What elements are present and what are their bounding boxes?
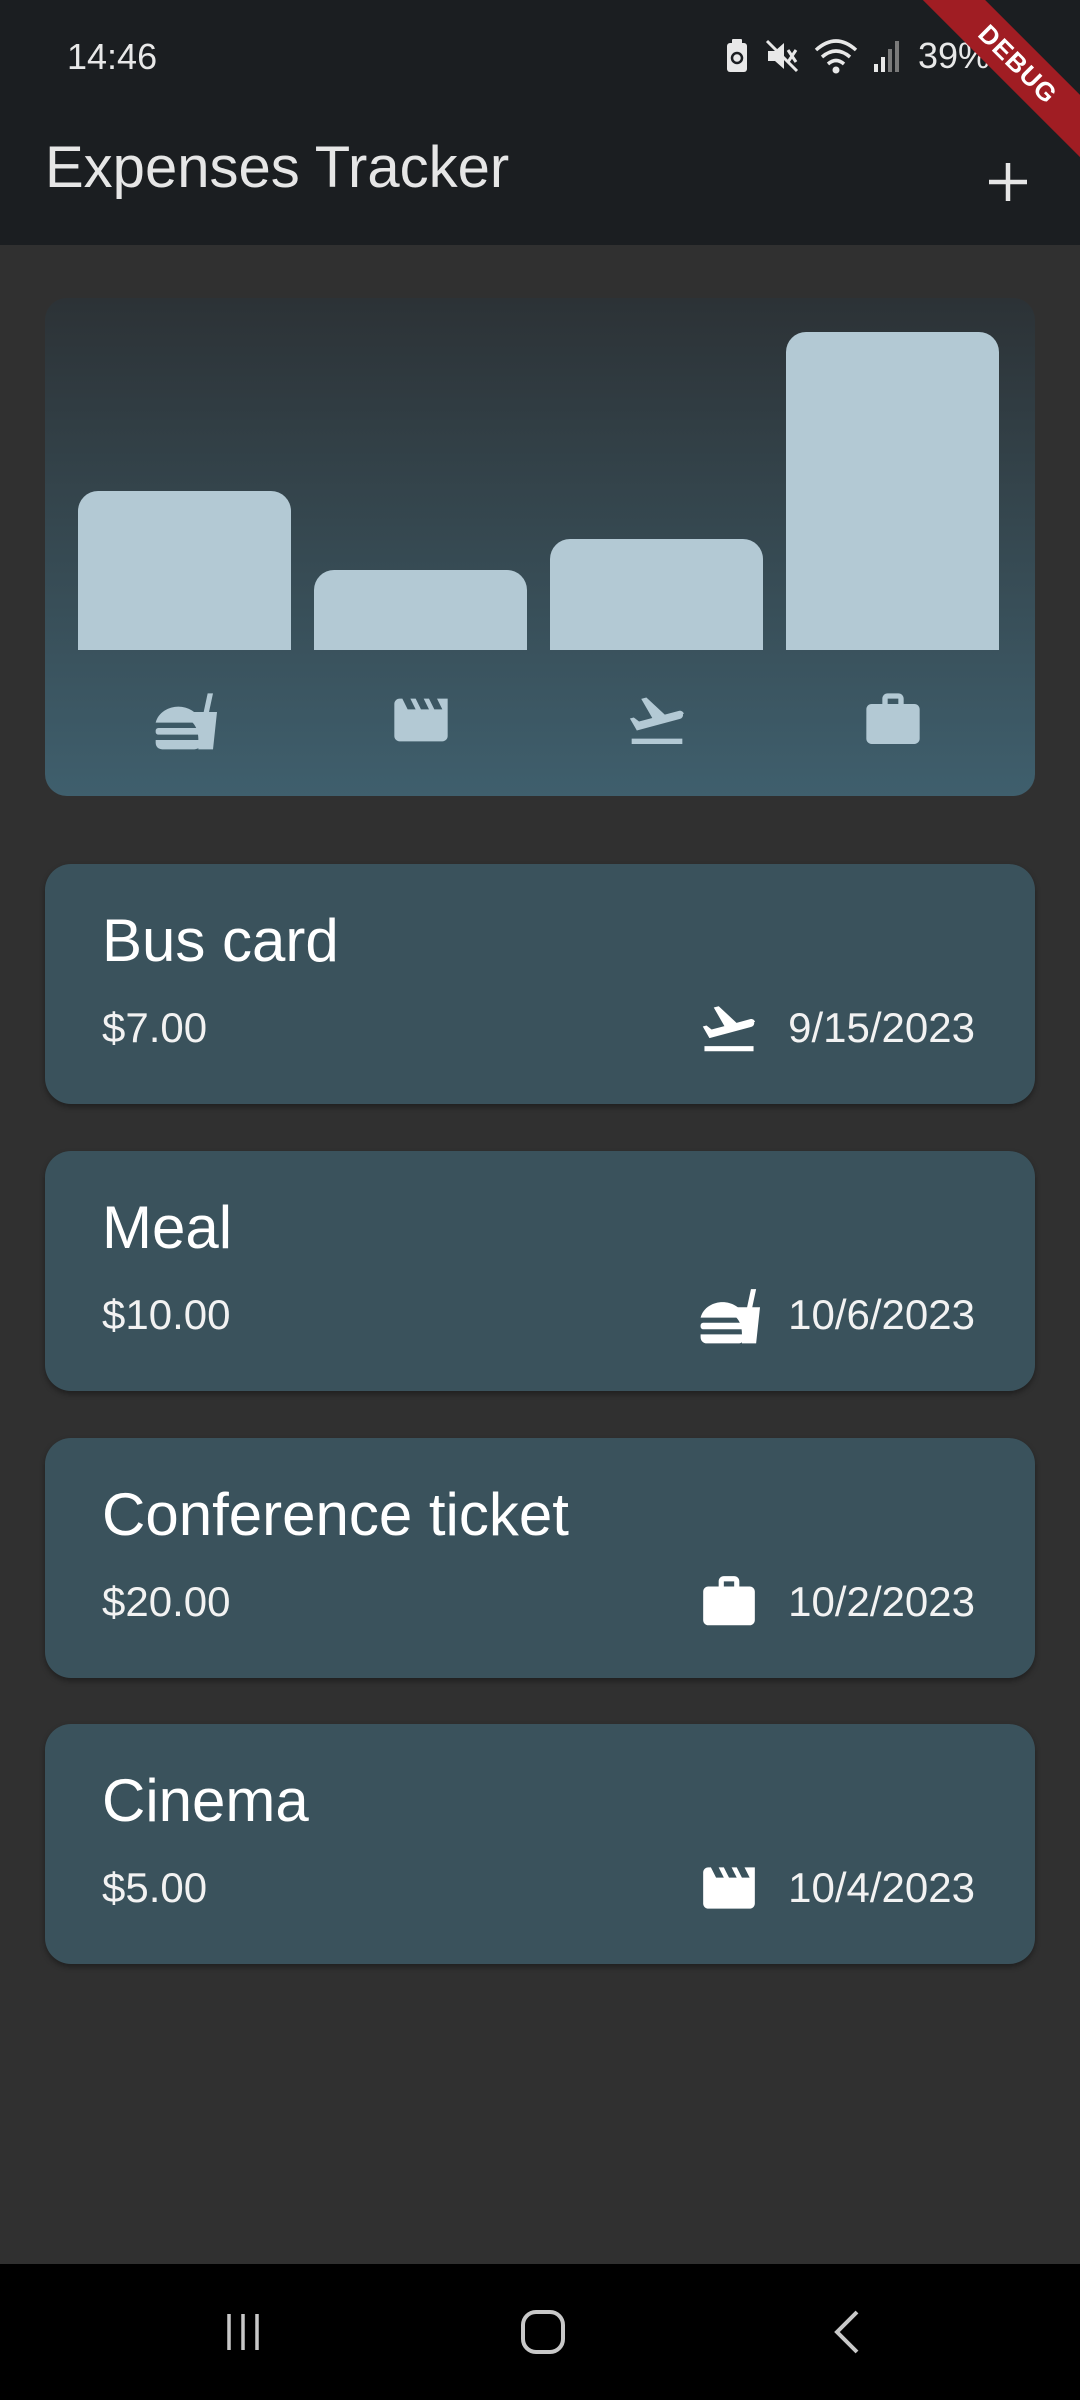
chart-category-travel — [625, 688, 689, 752]
work-icon — [703, 1576, 755, 1626]
app-title: Expenses Tracker — [45, 135, 510, 200]
flight-takeoff-icon — [629, 697, 684, 744]
expense-card[interactable]: Conference ticket $20.00 10/2/2023 — [45, 1438, 1035, 1678]
expense-card[interactable]: Meal $10.00 10/6/2023 — [45, 1151, 1035, 1391]
expense-date: 9/15/2023 — [788, 1004, 975, 1051]
expense-meta: 10/2/2023 — [698, 1570, 975, 1634]
chart-bar-work — [786, 332, 999, 650]
expense-meta: 10/4/2023 — [698, 1856, 975, 1920]
chart-plot-area — [45, 298, 1035, 650]
work-icon — [865, 693, 920, 744]
add-expense-button[interactable] — [966, 140, 1050, 224]
recents-icon — [227, 2314, 259, 2350]
status-time: 14:46 — [67, 36, 158, 77]
plus-icon — [989, 163, 1027, 201]
status-bar: 14:46 39% DEBUG — [0, 0, 1080, 165]
home-button[interactable] — [488, 2292, 598, 2372]
navigation-bar — [0, 2264, 1080, 2400]
chart-bar-food — [78, 491, 291, 650]
expense-date: 10/6/2023 — [788, 1291, 975, 1338]
expense-title: Bus card — [102, 907, 339, 974]
expense-date: 10/4/2023 — [788, 1864, 975, 1911]
expense-card[interactable]: Cinema $5.00 10/4/2023 — [45, 1724, 1035, 1964]
wifi-icon — [814, 39, 858, 74]
fastfood-icon — [155, 693, 217, 750]
signal-icon — [873, 41, 899, 72]
home-icon — [521, 2310, 565, 2354]
mute-icon — [765, 39, 798, 73]
expense-title: Meal — [102, 1194, 233, 1261]
expense-title: Cinema — [102, 1767, 309, 1834]
fastfood-icon — [700, 1289, 761, 1344]
expense-amount: $5.00 — [102, 1864, 208, 1911]
status-icons: 39% — [724, 34, 990, 78]
expense-amount: $10.00 — [102, 1291, 231, 1338]
app-bar: Expenses Tracker — [0, 120, 1080, 245]
expense-amount: $20.00 — [102, 1578, 231, 1625]
recents-button[interactable] — [188, 2292, 298, 2372]
chart-bar-leisure — [314, 570, 527, 650]
battery-saver-icon — [726, 39, 747, 72]
chart-bar-travel — [550, 539, 763, 650]
back-icon — [834, 2310, 859, 2354]
expense-meta: 9/15/2023 — [698, 996, 975, 1060]
movie-icon — [703, 1867, 755, 1909]
flight-takeoff-icon — [702, 1006, 756, 1052]
chart-category-leisure — [389, 688, 453, 752]
expense-date: 10/2/2023 — [788, 1578, 975, 1625]
chart-category-food — [153, 688, 217, 752]
back-button[interactable] — [792, 2292, 902, 2372]
expense-amount: $7.00 — [102, 1004, 208, 1051]
movie-icon — [393, 698, 448, 742]
chart-category-work — [861, 688, 925, 752]
expense-title: Conference ticket — [102, 1481, 569, 1548]
expense-meta: 10/6/2023 — [698, 1283, 975, 1347]
expense-chart — [45, 298, 1035, 796]
expense-card[interactable]: Bus card $7.00 9/15/2023 — [45, 864, 1035, 1104]
